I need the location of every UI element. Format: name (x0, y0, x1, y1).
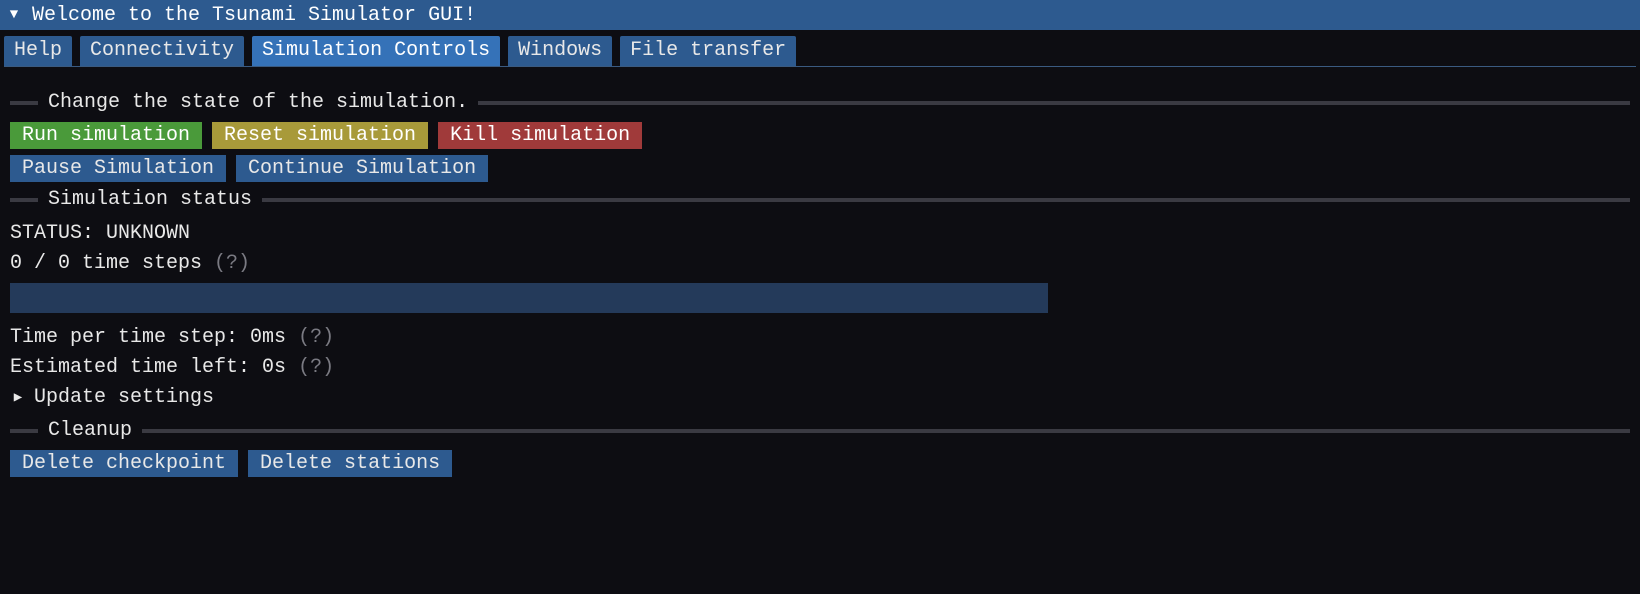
update-settings-expander[interactable]: ▶ Update settings (10, 383, 1630, 413)
tab-help[interactable]: Help (4, 36, 72, 66)
timesteps-text: 0 / 0 time steps (10, 252, 202, 275)
cleanup-buttons-row: Delete checkpoint Delete stations (10, 450, 1630, 477)
tab-content: Change the state of the simulation. Run … (0, 77, 1640, 493)
time-per-step-help-icon[interactable]: (?) (298, 326, 334, 349)
timesteps-line: 0 / 0 time steps (?) (10, 249, 1630, 279)
divider-icon (478, 101, 1630, 105)
kill-simulation-button[interactable]: Kill simulation (438, 122, 642, 149)
window-titlebar[interactable]: ▼ Welcome to the Tsunami Simulator GUI! (0, 0, 1640, 30)
section-label-cleanup: Cleanup (48, 419, 132, 442)
state-buttons-row2: Pause Simulation Continue Simulation (10, 155, 1630, 182)
delete-checkpoint-button[interactable]: Delete checkpoint (10, 450, 238, 477)
timesteps-help-icon[interactable]: (?) (214, 252, 250, 275)
tab-file-transfer[interactable]: File transfer (620, 36, 796, 66)
divider-icon (262, 198, 1630, 202)
section-label-status: Simulation status (48, 188, 252, 211)
tab-bar: Help Connectivity Simulation Controls Wi… (0, 30, 1640, 66)
run-simulation-button[interactable]: Run simulation (10, 122, 202, 149)
window-title: Welcome to the Tsunami Simulator GUI! (32, 4, 476, 27)
collapse-icon[interactable]: ▼ (6, 7, 22, 23)
state-buttons-row1: Run simulation Reset simulation Kill sim… (10, 122, 1630, 149)
reset-simulation-button[interactable]: Reset simulation (212, 122, 428, 149)
progress-bar (10, 283, 1048, 313)
section-header-cleanup: Cleanup (10, 419, 1630, 442)
time-per-step-text: Time per time step: 0ms (10, 326, 286, 349)
update-settings-label: Update settings (34, 383, 214, 413)
tab-connectivity[interactable]: Connectivity (80, 36, 244, 66)
delete-stations-button[interactable]: Delete stations (248, 450, 452, 477)
status-text: STATUS: UNKNOWN (10, 219, 1630, 249)
continue-simulation-button[interactable]: Continue Simulation (236, 155, 488, 182)
eta-help-icon[interactable]: (?) (298, 356, 334, 379)
divider-icon (10, 101, 38, 105)
divider-icon (10, 198, 38, 202)
expand-icon: ▶ (10, 383, 26, 413)
section-header-state: Change the state of the simulation. (10, 91, 1630, 114)
tabbar-underline (4, 66, 1636, 67)
eta-text: Estimated time left: 0s (10, 356, 286, 379)
pause-simulation-button[interactable]: Pause Simulation (10, 155, 226, 182)
section-header-status: Simulation status (10, 188, 1630, 211)
tab-windows[interactable]: Windows (508, 36, 612, 66)
eta-line: Estimated time left: 0s (?) (10, 353, 1630, 383)
time-per-step-line: Time per time step: 0ms (?) (10, 323, 1630, 353)
tab-simulation-controls[interactable]: Simulation Controls (252, 36, 500, 66)
section-label-state: Change the state of the simulation. (48, 91, 468, 114)
divider-icon (10, 429, 38, 433)
divider-icon (142, 429, 1630, 433)
